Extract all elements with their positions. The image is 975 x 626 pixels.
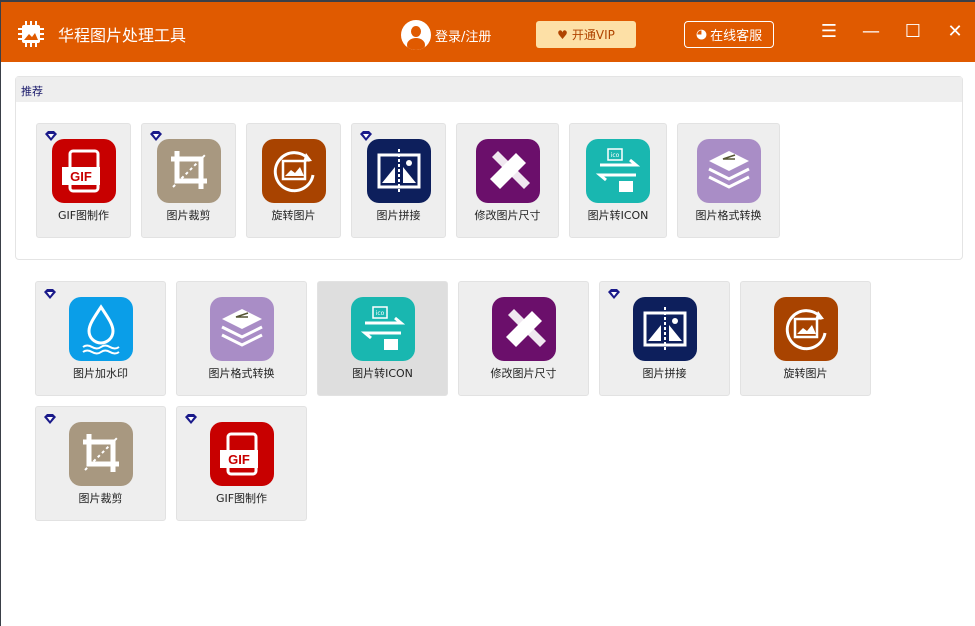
tile-label: 图片格式转换	[695, 209, 762, 222]
format-icon	[209, 297, 274, 361]
tile-label: 图片转ICON	[352, 367, 413, 380]
recommend-tile-resize[interactable]: 修改图片尺寸	[456, 123, 559, 238]
tool-tile-water[interactable]: 图片加水印	[35, 281, 166, 396]
tile-label: 图片拼接	[376, 209, 421, 222]
login-label: 登录/注册	[435, 29, 492, 45]
rotate-icon	[773, 297, 838, 361]
tile-label: 图片裁剪	[166, 209, 211, 222]
close-icon[interactable]: ✕	[943, 20, 967, 44]
minimize-icon[interactable]: —	[859, 20, 883, 44]
vip-diamond-icon	[44, 414, 56, 424]
format-icon	[696, 139, 761, 203]
crop-icon	[68, 422, 133, 486]
vip-diamond-icon	[608, 289, 620, 299]
diamond-icon: ♥	[557, 27, 568, 42]
recommend-tile-stitch[interactable]: 图片拼接	[351, 123, 446, 238]
recommend-title: 推荐	[16, 77, 962, 102]
svg-text:ico: ico	[375, 310, 384, 317]
svg-text:ico: ico	[611, 152, 620, 159]
stitch-icon	[632, 297, 697, 361]
tool-tile-stitch[interactable]: 图片拼接	[599, 281, 730, 396]
app-title: 华程图片处理工具	[58, 26, 187, 45]
vip-label: 开通VIP	[571, 28, 615, 42]
tile-label: 图片拼接	[642, 367, 687, 380]
ico-icon: ico	[350, 297, 415, 361]
vip-button[interactable]: ♥ 开通VIP	[536, 21, 636, 48]
svg-text:GIF: GIF	[70, 169, 92, 184]
tool-tile-ico[interactable]: ico 图片转ICON	[317, 281, 448, 396]
tile-label: 图片转ICON	[587, 209, 649, 222]
tile-label: 旋转图片	[271, 209, 316, 222]
tile-label: 图片裁剪	[78, 492, 123, 505]
recommend-tile-format[interactable]: 图片格式转换	[677, 123, 780, 238]
crop-icon	[156, 139, 221, 203]
tool-tile-rotate[interactable]: 旋转图片	[740, 281, 871, 396]
rotate-icon	[261, 139, 326, 203]
water-icon	[68, 297, 133, 361]
recommend-tile-ico[interactable]: ico 图片转ICON	[569, 123, 667, 238]
tile-label: GIF图制作	[215, 492, 268, 505]
tile-label: 旋转图片	[783, 367, 828, 380]
stitch-icon	[366, 139, 431, 203]
tool-tile-resize[interactable]: 修改图片尺寸	[458, 281, 589, 396]
tool-tile-gif[interactable]: GIF GIF图制作	[176, 406, 307, 521]
customer-service-button[interactable]: ◕ 在线客服	[684, 21, 774, 48]
vip-diamond-icon	[44, 289, 56, 299]
tile-label: 修改图片尺寸	[490, 367, 557, 380]
headset-icon: ◕	[695, 27, 708, 42]
maximize-icon[interactable]: ☐	[901, 20, 925, 44]
app-logo-icon	[18, 21, 44, 47]
service-label: 在线客服	[710, 29, 763, 44]
tool-tile-format[interactable]: 图片格式转换	[176, 281, 307, 396]
tool-tile-crop[interactable]: 图片裁剪	[35, 406, 166, 521]
gif-icon: GIF	[51, 139, 116, 203]
recommend-tile-rotate[interactable]: 旋转图片	[246, 123, 341, 238]
recommend-tile-crop[interactable]: 图片裁剪	[141, 123, 236, 238]
login-button[interactable]: 登录/注册	[401, 20, 491, 50]
resize-icon	[475, 139, 540, 203]
tile-label: GIF图制作	[57, 209, 110, 222]
title-bar: 华程图片处理工具 登录/注册 ♥ 开通VIP ◕ 在线客服 ☰ — ☐ ✕	[1, 2, 975, 62]
tile-label: 修改图片尺寸	[474, 209, 541, 222]
resize-icon	[491, 297, 556, 361]
tile-label: 图片格式转换	[208, 367, 275, 380]
gif-icon: GIF	[209, 422, 274, 486]
tile-label: 图片加水印	[73, 367, 128, 380]
app-window: 华程图片处理工具 登录/注册 ♥ 开通VIP ◕ 在线客服 ☰ — ☐ ✕ 推荐 G…	[1, 2, 975, 626]
menu-icon[interactable]: ☰	[817, 20, 841, 44]
svg-text:GIF: GIF	[228, 452, 250, 467]
ico-icon: ico	[586, 139, 650, 203]
vip-diamond-icon	[185, 414, 197, 424]
recommend-tile-gif[interactable]: GIF GIF图制作	[36, 123, 131, 238]
avatar-icon	[401, 20, 431, 50]
